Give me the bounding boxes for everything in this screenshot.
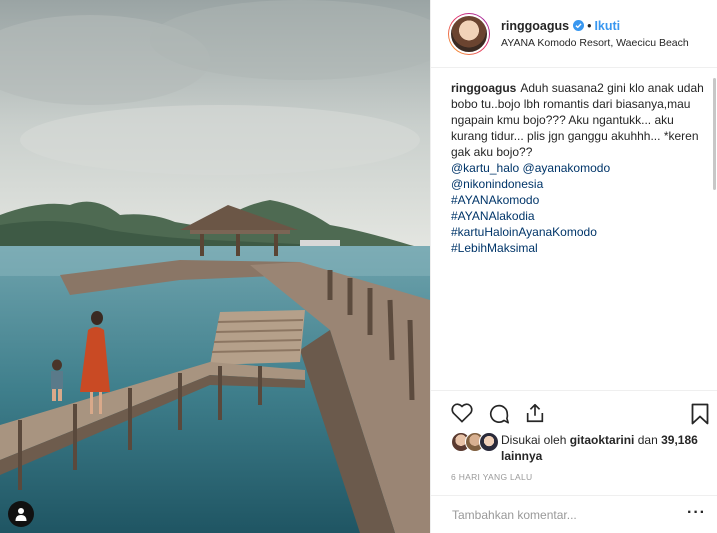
post-timestamp[interactable]: 6 HARI YANG LALU — [451, 472, 533, 482]
hashtag-kartuhalo[interactable]: #kartuHaloinAyanaKomodo — [451, 224, 709, 240]
heart-icon[interactable] — [451, 403, 473, 423]
user-tag-button[interactable] — [8, 501, 34, 527]
avatar[interactable] — [448, 12, 490, 55]
header-line: ringgoagus • Ikuti — [501, 19, 689, 33]
caption: ringgoagus Aduh suasana2 gini klo anak ud… — [451, 80, 709, 390]
avatar-image — [449, 13, 489, 54]
instagram-post: ringgoagus • Ikuti AYANA Komodo Resort, … — [0, 0, 717, 533]
verified-badge-icon — [573, 20, 585, 31]
comment-icon[interactable] — [488, 403, 510, 425]
hashtag-ayanakomodo[interactable]: #AYANAkomodo — [451, 192, 709, 208]
separator-dot: • — [587, 18, 592, 33]
caption-scrollbar[interactable] — [713, 78, 716, 190]
share-icon[interactable] — [524, 402, 546, 424]
liker-username[interactable]: gitaoktarini — [570, 433, 635, 447]
bookmark-icon[interactable] — [691, 403, 709, 425]
liker-avatar — [479, 432, 499, 452]
hashtag-ayanalakodia[interactable]: #AYANAlakodia — [451, 208, 709, 224]
post-header: ringgoagus • Ikuti AYANA Komodo Resort, … — [431, 0, 717, 68]
follow-button[interactable]: Ikuti — [594, 19, 620, 33]
username-link[interactable]: ringgoagus — [501, 19, 569, 33]
likes-connector: dan — [637, 433, 658, 447]
header-text: ringgoagus • Ikuti AYANA Komodo Resort, … — [501, 19, 689, 49]
caption-username[interactable]: ringgoagus — [451, 81, 516, 95]
location-link[interactable]: AYANA Komodo Resort, Waecicu Beach — [501, 37, 689, 49]
likes-prefix: Disukai oleh — [501, 433, 567, 447]
user-tag-icon — [15, 508, 27, 521]
more-options-button[interactable]: ··· — [687, 504, 706, 522]
post-photo[interactable] — [0, 0, 430, 533]
likes-text: Disukai oleh gitaoktarini dan 39,186 lai… — [501, 432, 711, 464]
caption-link-mentions[interactable]: @kartu_halo @ayanakomodo — [451, 160, 709, 176]
photo-illustration — [0, 0, 430, 533]
comment-bar: ··· — [431, 495, 717, 533]
likes-summary: Disukai oleh gitaoktarini dan 39,186 lai… — [451, 432, 711, 464]
liker-avatars[interactable] — [451, 432, 501, 452]
hashtag-lebihmaksimal[interactable]: #LebihMaksimal — [451, 240, 709, 256]
action-bar — [431, 390, 717, 425]
post-sidebar: ringgoagus • Ikuti AYANA Komodo Resort, … — [430, 0, 717, 533]
comment-input[interactable] — [450, 506, 674, 523]
caption-link-nikon[interactable]: @nikonindonesia — [451, 176, 709, 192]
